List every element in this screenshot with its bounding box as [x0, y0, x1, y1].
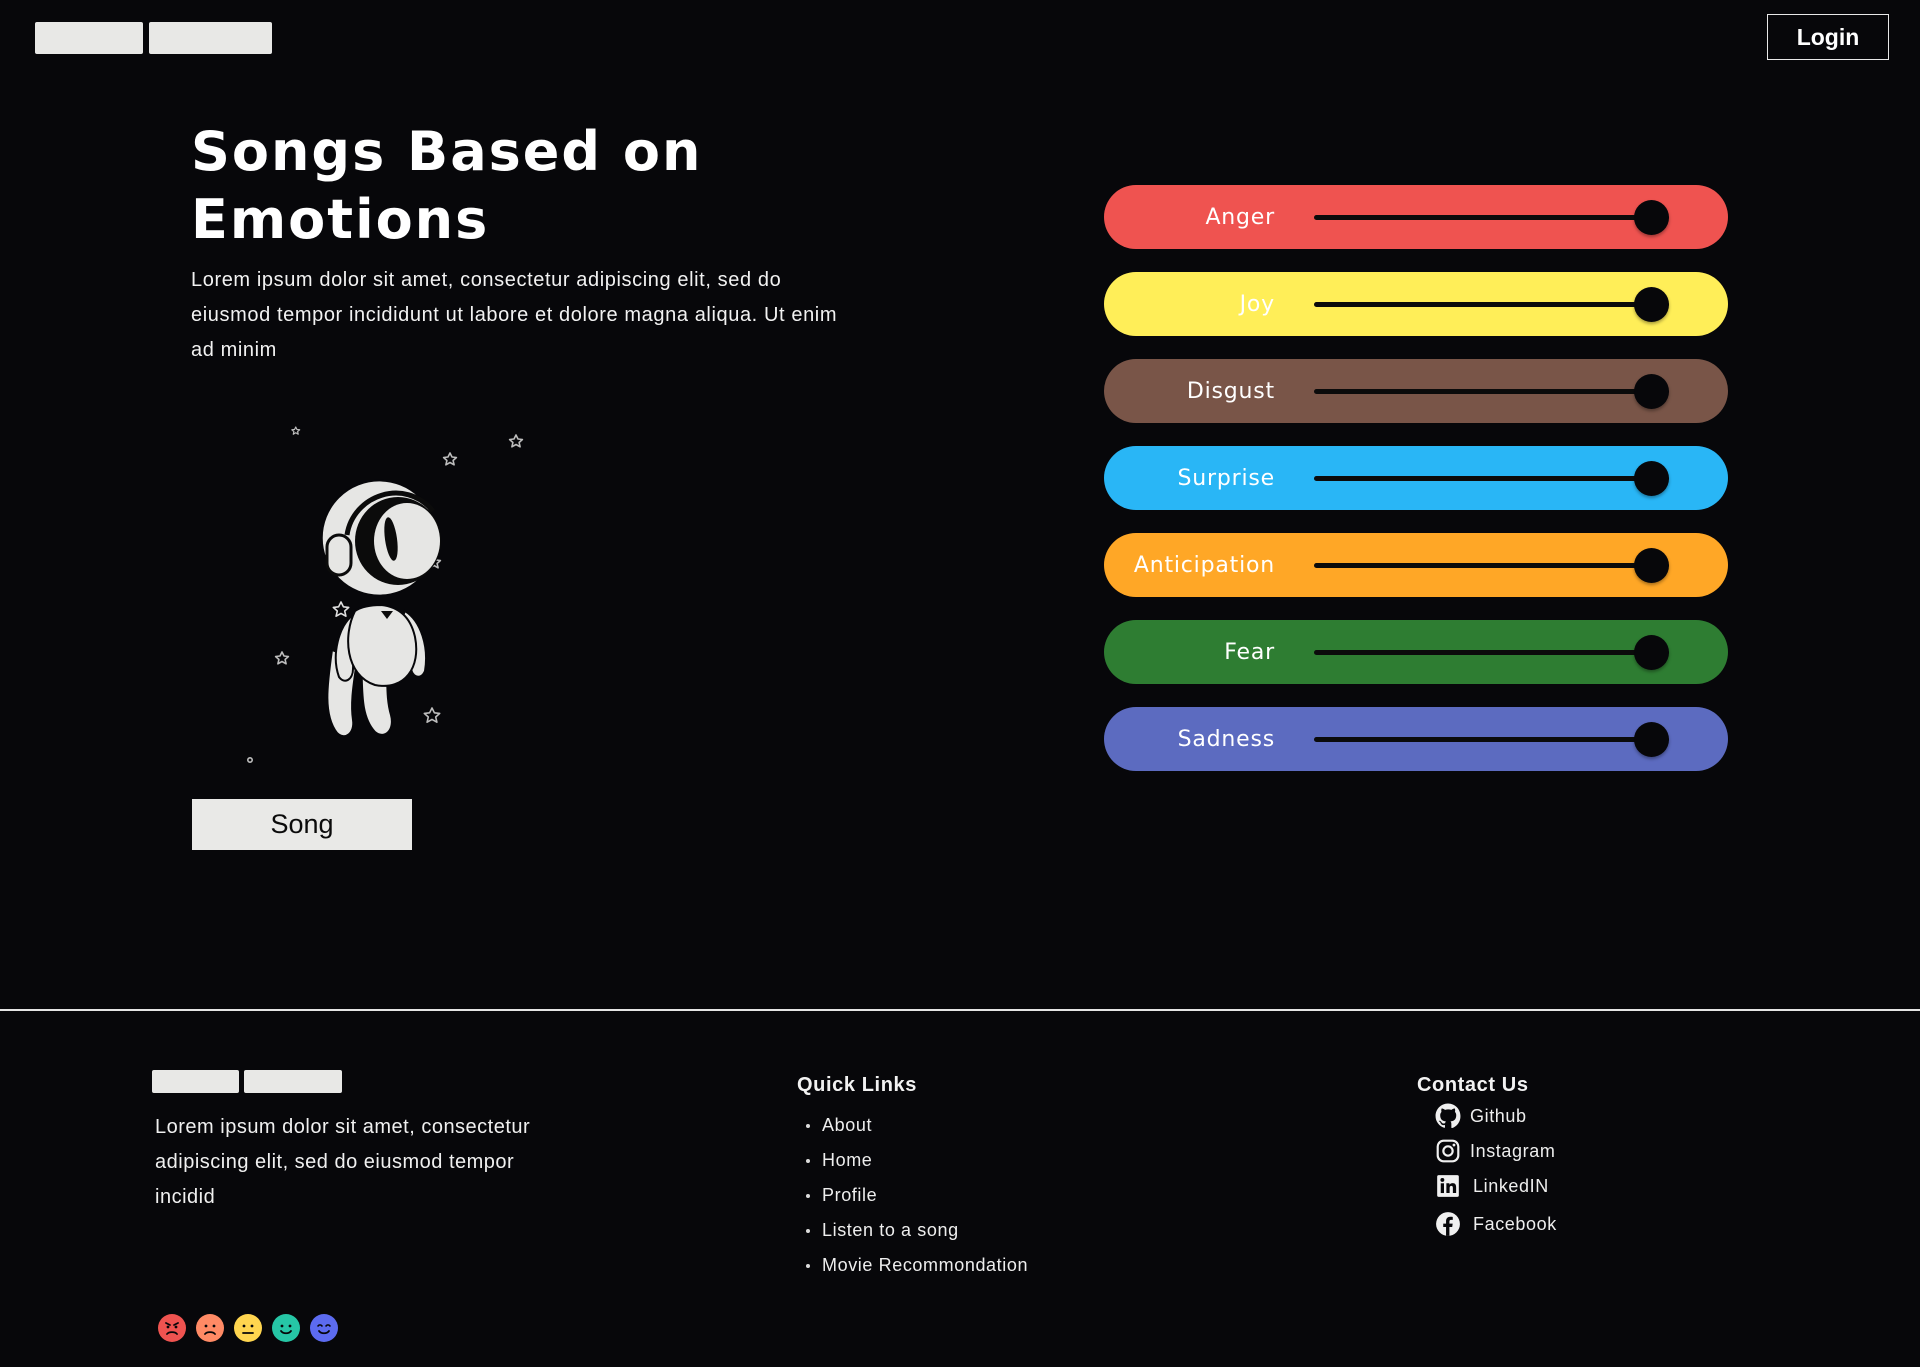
emotion-label: Surprise [1177, 465, 1275, 491]
emotion-slider-sadness: Sadness [1104, 707, 1728, 771]
bullet-icon [806, 1228, 810, 1233]
quick-links-heading: Quick Links [797, 1074, 917, 1096]
slider-thumb[interactable] [1633, 722, 1669, 757]
contact-label[interactable]: Github [1470, 1106, 1527, 1127]
bullet-icon [806, 1193, 810, 1198]
star-icon [274, 651, 290, 665]
contact-heading: Contact Us [1417, 1074, 1529, 1096]
quick-link-label[interactable]: Profile [822, 1185, 877, 1206]
contact-label[interactable]: Facebook [1473, 1214, 1557, 1235]
quick-link-label[interactable]: Home [822, 1150, 872, 1171]
slider-track[interactable] [1314, 215, 1669, 220]
star-icon [332, 601, 350, 617]
star-icon [508, 434, 524, 448]
star-icon [442, 452, 458, 466]
emotion-slider-disgust: Disgust [1104, 359, 1728, 423]
emotion-slider-list: Anger Joy Disgust Surprise Anticipation … [1104, 185, 1728, 794]
slider-track[interactable] [1314, 563, 1669, 568]
logo-block-left[interactable] [35, 22, 143, 54]
emotion-slider-fear: Fear [1104, 620, 1728, 684]
emotion-label: Sadness [1177, 726, 1275, 752]
emoji-bg [234, 1314, 262, 1342]
star-icon [291, 426, 301, 435]
quick-link-about[interactable]: About [806, 1108, 1028, 1143]
quick-link-listen[interactable]: Listen to a song [806, 1213, 1028, 1248]
emotion-slider-anger: Anger [1104, 185, 1728, 249]
facebook-icon [1436, 1212, 1460, 1236]
emotion-label: Anger [1205, 204, 1275, 230]
contact-link-instagram[interactable]: Instagram [1435, 1138, 1555, 1164]
emotion-label: Anticipation [1133, 552, 1275, 578]
smile-face-icon [272, 1314, 300, 1342]
instagram-icon [1436, 1139, 1460, 1163]
login-button[interactable]: Login [1767, 14, 1889, 60]
emotion-slider-anticipation: Anticipation [1104, 533, 1728, 597]
star-icon [423, 707, 441, 723]
happy-face-icon [310, 1314, 338, 1342]
emotion-label: Disgust [1186, 378, 1275, 404]
contact-link-github[interactable]: Github [1435, 1103, 1527, 1129]
contact-link-linkedin[interactable]: LinkedIN [1435, 1173, 1549, 1199]
quick-link-home[interactable]: Home [806, 1143, 1028, 1178]
emoji-bg [310, 1314, 338, 1342]
quick-link-label[interactable]: Listen to a song [822, 1220, 959, 1241]
quick-links-list: About Home Profile Listen to a song Movi… [806, 1108, 1028, 1283]
emoji-bg [158, 1314, 186, 1342]
footer-description: Lorem ipsum dolor sit amet, consectetur … [155, 1116, 531, 1208]
slider-thumb[interactable] [1633, 287, 1669, 322]
neutral-face-icon [234, 1314, 262, 1342]
slider-track[interactable] [1314, 650, 1669, 655]
contact-link-facebook[interactable]: Facebook [1435, 1211, 1557, 1237]
slider-thumb[interactable] [1633, 374, 1669, 409]
footer-logo-block-right[interactable] [244, 1070, 342, 1093]
angry-face-icon [158, 1314, 186, 1342]
bullet-icon [806, 1263, 810, 1268]
emotion-emoji-row [158, 1314, 338, 1342]
quick-link-label[interactable]: Movie Recommondation [822, 1255, 1028, 1276]
slider-thumb[interactable] [1633, 635, 1669, 670]
song-button[interactable]: Song [192, 799, 412, 850]
logo-block-right[interactable] [149, 22, 272, 54]
page-title: Songs Based on Emotions [191, 120, 703, 251]
quick-link-profile[interactable]: Profile [806, 1178, 1028, 1213]
footer-divider [0, 1009, 1920, 1011]
slider-thumb[interactable] [1633, 461, 1669, 496]
contact-label[interactable]: LinkedIN [1473, 1176, 1549, 1197]
emoji-bg [196, 1314, 224, 1342]
slider-track[interactable] [1314, 737, 1669, 742]
slider-track[interactable] [1314, 476, 1669, 481]
emotion-slider-joy: Joy [1104, 272, 1728, 336]
emotion-slider-surprise: Surprise [1104, 446, 1728, 510]
slider-track[interactable] [1314, 302, 1669, 307]
emotion-label: Joy [1239, 291, 1275, 317]
bullet-icon [806, 1123, 810, 1128]
hero-description: Lorem ipsum dolor sit amet, consectetur … [191, 269, 838, 361]
emotion-label: Fear [1224, 639, 1275, 665]
emoji-bg [272, 1314, 300, 1342]
linkedin-icon [1437, 1175, 1459, 1197]
github-icon [1435, 1103, 1461, 1129]
quick-link-movie[interactable]: Movie Recommondation [806, 1248, 1028, 1283]
footer-logo-block-left[interactable] [152, 1070, 239, 1093]
quick-link-label[interactable]: About [822, 1115, 872, 1136]
bullet-icon [806, 1158, 810, 1163]
slider-track[interactable] [1314, 389, 1669, 394]
astronaut-illustration [235, 415, 615, 775]
slider-thumb[interactable] [1633, 200, 1669, 235]
contact-label[interactable]: Instagram [1470, 1141, 1555, 1162]
sad-face-icon [196, 1314, 224, 1342]
slider-thumb[interactable] [1633, 548, 1669, 583]
